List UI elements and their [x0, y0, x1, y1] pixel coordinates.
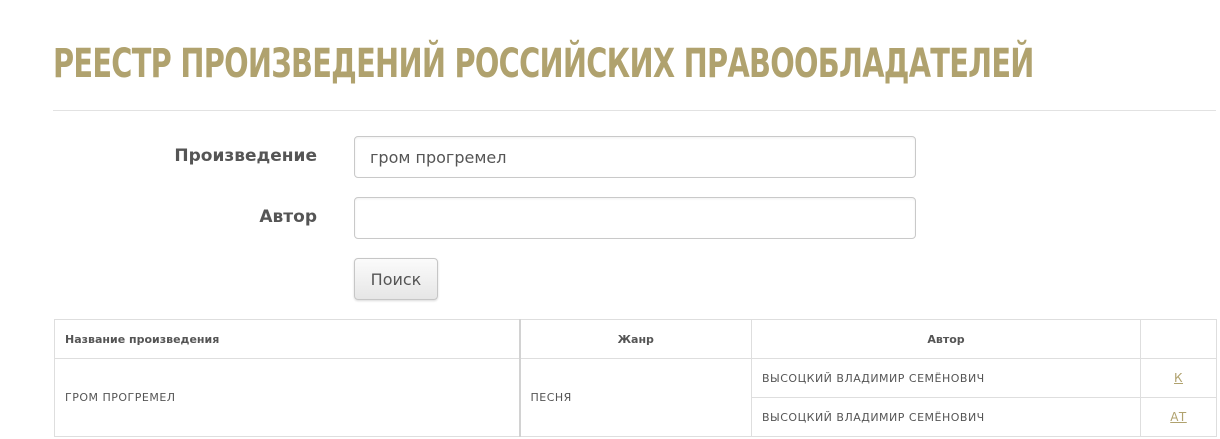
work-title-cell: ГРОМ ПРОГРЕМЕЛ	[54, 358, 520, 437]
author-name-cell: ВЫСОЦКИЙ ВЛАДИМИР СЕМЁНОВИЧ	[751, 397, 1141, 437]
role-cell: АТ	[1140, 397, 1217, 437]
table-header-row: Название произведения Жанр Автор	[54, 319, 1217, 359]
table-row: ГРОМ ПРОГРЕМЕЛ ПЕСНЯ ВЫСОЦКИЙ ВЛАДИМИР С…	[54, 358, 1217, 437]
column-header-role	[1140, 319, 1217, 359]
column-header-title: Название произведения	[54, 319, 520, 359]
role-link-composer[interactable]: К	[1174, 371, 1183, 385]
title-divider	[53, 110, 1216, 111]
work-label: Произведение	[174, 146, 317, 166]
column-header-author: Автор	[751, 319, 1141, 359]
column-header-genre: Жанр	[518, 319, 752, 359]
author-label: Автор	[259, 207, 317, 227]
genre-cell: ПЕСНЯ	[518, 358, 752, 437]
author-input[interactable]	[354, 197, 916, 239]
page-title: РЕЕСТР ПРОИЗВЕДЕНИЙ РОССИЙСКИХ ПРАВООБЛА…	[53, 41, 1034, 87]
author-name-cell: ВЫСОЦКИЙ ВЛАДИМИР СЕМЁНОВИЧ	[751, 358, 1141, 398]
role-link-lyricist[interactable]: АТ	[1170, 410, 1187, 424]
role-cell: К	[1140, 358, 1217, 398]
results-table: Название произведения Жанр Автор ГРОМ ПР…	[54, 319, 1217, 437]
work-input[interactable]	[354, 136, 916, 178]
search-button[interactable]: Поиск	[354, 258, 438, 300]
